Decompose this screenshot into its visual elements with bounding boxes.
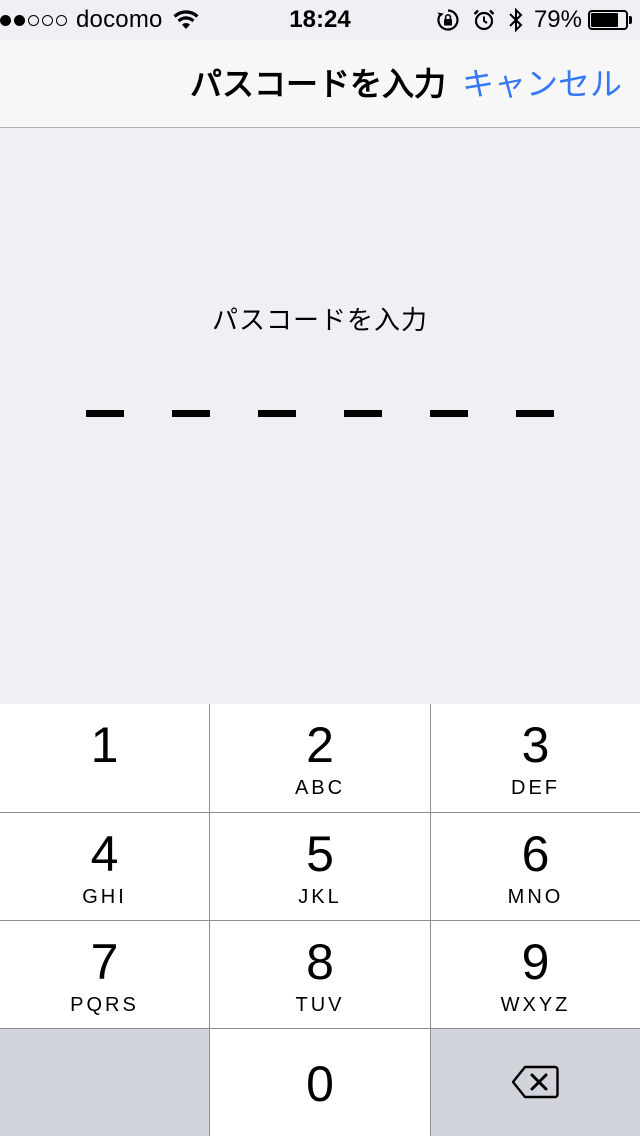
key-digit: 5 xyxy=(306,826,334,882)
key-digit: 1 xyxy=(90,717,119,773)
key-empty xyxy=(0,1029,209,1136)
keypad-divider xyxy=(0,1028,640,1029)
key-letters: MNO xyxy=(507,886,564,908)
battery-fill xyxy=(591,13,618,27)
key-digit: 6 xyxy=(521,826,550,882)
signal-dot xyxy=(0,14,11,26)
backspace-icon xyxy=(511,1065,559,1099)
key-digit: 8 xyxy=(306,934,334,990)
key-digit: 7 xyxy=(90,934,119,990)
number-keypad: 1 2 ABC 3 DEF 4 GHI 5 JKL 6 MNO 7 PQRS 8… xyxy=(0,704,640,1136)
key-letters: ABC xyxy=(294,777,346,799)
status-left: docomo xyxy=(0,0,199,40)
status-right: 79% xyxy=(436,0,634,40)
key-letters: TUV xyxy=(295,994,345,1016)
signal-dot xyxy=(28,14,39,26)
passcode-digit-slot xyxy=(172,410,210,417)
battery-tip xyxy=(629,16,632,24)
key-letters: DEF xyxy=(511,777,560,799)
passcode-digit-slot xyxy=(258,410,296,417)
bluetooth-icon xyxy=(509,7,523,33)
key-letters: WXYZ xyxy=(500,994,571,1016)
keypad-divider xyxy=(430,704,431,1136)
backspace-button[interactable] xyxy=(431,1029,640,1136)
keypad-divider xyxy=(0,812,640,813)
key-9[interactable]: 9 WXYZ xyxy=(431,921,640,1028)
signal-strength xyxy=(0,14,70,26)
keypad-divider xyxy=(0,920,640,921)
navigation-bar: パスコードを入力 キャンセル xyxy=(0,40,640,128)
rotation-lock-icon xyxy=(437,9,459,31)
key-digit: 3 xyxy=(521,717,550,773)
passcode-digit-slot xyxy=(344,410,382,417)
passcode-digit-slot xyxy=(516,410,554,417)
key-8[interactable]: 8 TUV xyxy=(210,921,430,1028)
key-digit: 2 xyxy=(306,717,334,773)
key-1[interactable]: 1 xyxy=(0,704,209,812)
wifi-icon xyxy=(173,10,199,29)
keypad-divider xyxy=(209,704,210,1136)
passcode-digit-slot xyxy=(430,410,468,417)
battery-icon xyxy=(588,10,634,30)
key-5[interactable]: 5 JKL xyxy=(210,813,430,920)
carrier-name: docomo xyxy=(76,6,163,33)
key-0[interactable]: 0 xyxy=(210,1029,430,1136)
key-letters: PQRS xyxy=(70,994,139,1016)
status-bar: docomo 18:24 79% xyxy=(0,0,640,40)
key-letters: GHI xyxy=(82,886,127,908)
passcode-prompt: パスコードを入力 xyxy=(211,305,428,335)
key-3[interactable]: 3 DEF xyxy=(431,704,640,812)
alarm-icon xyxy=(473,9,495,31)
key-7[interactable]: 7 PQRS xyxy=(0,921,209,1028)
key-digit: 4 xyxy=(90,826,119,882)
cancel-button[interactable]: キャンセル xyxy=(462,40,622,128)
passcode-screen: docomo 18:24 79% パスコードを入力 キャンセル パスコードを入力… xyxy=(0,0,640,1136)
passcode-digit-slot xyxy=(86,410,124,417)
key-2[interactable]: 2 ABC xyxy=(210,704,430,812)
key-4[interactable]: 4 GHI xyxy=(0,813,209,920)
nav-title: パスコードを入力 xyxy=(190,66,447,102)
key-digit: 9 xyxy=(521,934,550,990)
key-digit: 0 xyxy=(306,1056,334,1112)
signal-dot xyxy=(14,14,25,26)
battery-percentage: 79% xyxy=(533,6,582,33)
passcode-entry-indicator xyxy=(86,410,556,418)
signal-dot xyxy=(56,14,67,26)
signal-dot xyxy=(42,14,53,26)
key-letters: JKL xyxy=(298,886,342,908)
key-6[interactable]: 6 MNO xyxy=(431,813,640,920)
